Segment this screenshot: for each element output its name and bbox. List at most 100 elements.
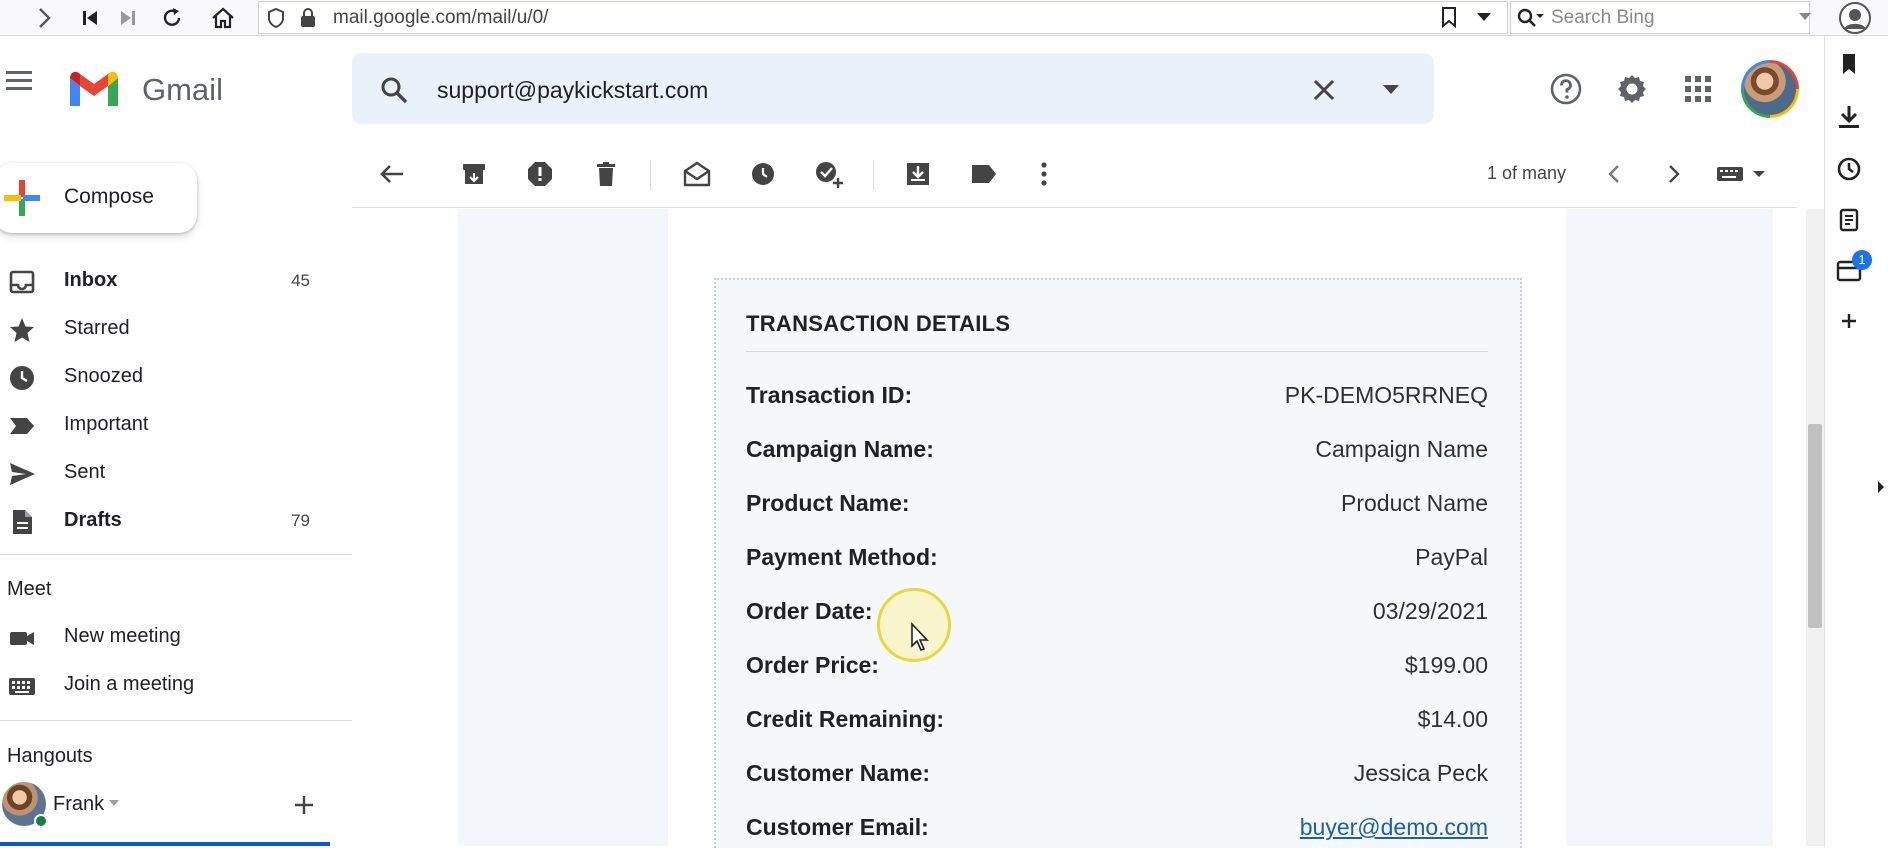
row-value: PayPal [1415, 544, 1488, 570]
main-menu-icon[interactable] [4, 68, 40, 112]
nav-item-inbox[interactable]: Inbox 45 [0, 258, 340, 302]
expand-panel-icon[interactable] [1877, 480, 1885, 494]
nav-label: Important [64, 413, 149, 435]
row-value: Product Name [1340, 490, 1488, 516]
nav-item-new-meeting[interactable]: New meeting [0, 614, 340, 658]
keyboard-icon [8, 672, 36, 700]
nav-item-important[interactable]: Important [0, 402, 340, 446]
online-status-dot [34, 814, 48, 828]
nav-label: Snoozed [64, 365, 143, 387]
url-text[interactable]: mail.google.com/mail/u/0/ [333, 7, 548, 29]
clear-search-icon[interactable] [1310, 76, 1338, 104]
bookmark-icon[interactable] [1440, 6, 1458, 28]
message-toolbar [352, 140, 1797, 208]
home-icon[interactable] [205, 2, 241, 34]
calendar-badge: 1 [1852, 250, 1872, 270]
meet-section-title: Meet [7, 578, 52, 600]
row-value: $14.00 [1417, 706, 1488, 732]
hangouts-user-name[interactable]: Frank [53, 793, 104, 816]
row-label: Product Name: [746, 490, 910, 516]
section-title: TRANSACTION DETAILS [746, 311, 1011, 336]
more-options-icon[interactable] [1022, 152, 1066, 196]
nav-label: Inbox [64, 269, 118, 291]
customer-email-link[interactable]: buyer@demo.com [1300, 814, 1488, 841]
search-input[interactable]: support@paykickstart.com [437, 77, 708, 104]
move-to-icon[interactable] [896, 152, 940, 196]
row-label: Campaign Name: [746, 436, 934, 462]
row-value: Jessica Peck [1353, 760, 1488, 786]
row-value: $199.00 [1404, 652, 1488, 678]
inbox-icon [8, 268, 36, 296]
row-value: PK-DEMO5RRNEQ [1284, 382, 1488, 408]
pagination-text: 1 of many [1487, 163, 1567, 183]
draft-count: 79 [291, 511, 310, 530]
settings-gear-icon[interactable] [1610, 67, 1654, 111]
snooze-clock-icon[interactable] [741, 152, 785, 196]
nav-item-join-meeting[interactable]: Join a meeting [0, 662, 340, 706]
skip-forward-icon[interactable] [110, 2, 146, 34]
dropdown-arrow-icon[interactable] [1476, 12, 1492, 22]
scrollbar-thumb[interactable] [1808, 424, 1822, 628]
compose-label[interactable]: Compose [64, 185, 154, 209]
gmail-wordmark[interactable]: Gmail [142, 72, 223, 108]
important-icon [8, 412, 36, 440]
new-conversation-plus-icon[interactable] [294, 795, 314, 815]
report-spam-icon[interactable] [518, 152, 562, 196]
reading-list-icon[interactable] [1838, 208, 1860, 232]
shield-icon[interactable] [266, 7, 286, 29]
nav-item-drafts[interactable]: Drafts 79 [0, 498, 340, 542]
account-icon[interactable] [1838, 2, 1872, 34]
nav-label: Sent [64, 461, 106, 483]
draft-icon [8, 508, 36, 536]
lock-icon[interactable] [300, 8, 316, 28]
row-label: Customer Name: [746, 760, 931, 786]
skip-back-icon[interactable] [72, 2, 108, 34]
add-to-tasks-icon[interactable] [807, 152, 851, 196]
row-label: Order Date: [746, 598, 873, 624]
reload-icon[interactable] [154, 2, 190, 34]
nav-label: New meeting [64, 625, 181, 647]
add-panel-icon[interactable] [1840, 312, 1858, 330]
row-label: Credit Remaining: [746, 706, 945, 732]
bookmarks-icon[interactable] [1838, 52, 1860, 76]
history-icon[interactable] [1836, 156, 1862, 182]
unread-count: 45 [291, 271, 310, 290]
nav-item-sent[interactable]: Sent [0, 450, 340, 494]
nav-divider [0, 554, 352, 555]
downloads-icon[interactable] [1836, 104, 1862, 130]
row-label: Customer Email: [746, 814, 929, 840]
nav-item-starred[interactable]: Starred [0, 306, 340, 350]
toolbar-divider [650, 160, 651, 190]
search-icon[interactable] [378, 74, 410, 106]
clock-icon [8, 364, 36, 392]
newer-chevron-icon[interactable] [1592, 152, 1636, 196]
user-menu-dropdown-icon[interactable] [108, 799, 120, 807]
row-label: Order Price: [746, 652, 879, 678]
archive-icon[interactable] [452, 152, 496, 196]
nav-item-snoozed[interactable]: Snoozed [0, 354, 340, 398]
search-icon [1516, 7, 1544, 29]
nav-label: Drafts [64, 509, 122, 531]
toolbar-divider [873, 160, 874, 190]
gmail-logo-icon[interactable] [66, 68, 122, 110]
active-indicator-bar [0, 842, 330, 846]
mouse-cursor-icon [910, 622, 930, 652]
account-avatar[interactable] [1741, 60, 1799, 118]
search-options-icon[interactable] [1382, 84, 1400, 95]
section-divider [746, 351, 1488, 352]
input-tools-keyboard-icon[interactable] [1712, 152, 1772, 196]
delete-icon[interactable] [584, 152, 628, 196]
back-arrow-icon[interactable] [370, 152, 414, 196]
bing-dropdown-icon[interactable] [1798, 12, 1812, 21]
mark-unread-icon[interactable] [675, 152, 719, 196]
compose-plus-icon [2, 178, 42, 218]
forward-icon[interactable] [26, 2, 62, 34]
label-icon[interactable] [962, 152, 1006, 196]
bing-search-placeholder[interactable]: Search Bing [1551, 7, 1655, 29]
apps-grid-icon[interactable] [1676, 67, 1720, 111]
help-icon[interactable] [1544, 67, 1588, 111]
row-value: Campaign Name [1315, 436, 1488, 462]
nav-label: Join a meeting [64, 673, 195, 695]
older-chevron-icon[interactable] [1652, 152, 1696, 196]
video-camera-icon [8, 624, 36, 652]
